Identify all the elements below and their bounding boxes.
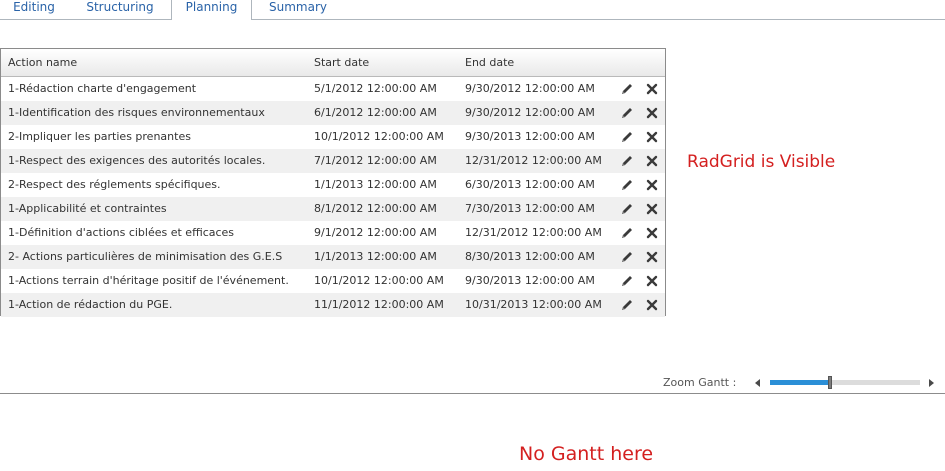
table-row[interactable]: 1-Définition d'actions ciblées et effica… bbox=[1, 221, 665, 245]
tab-summary[interactable]: Summary bbox=[258, 0, 338, 18]
close-icon[interactable] bbox=[645, 130, 659, 144]
pencil-icon[interactable] bbox=[620, 226, 634, 240]
pencil-icon[interactable] bbox=[620, 274, 634, 288]
cell-action-name: 1-Identification des risques environneme… bbox=[8, 106, 265, 119]
cell-end-date: 7/30/2013 12:00:00 AM bbox=[465, 202, 595, 215]
tab-structuring[interactable]: Structuring bbox=[76, 0, 164, 18]
pencil-icon[interactable] bbox=[620, 82, 634, 96]
table-row[interactable]: 1-Rédaction charte d'engagement 5/1/2012 … bbox=[1, 77, 665, 101]
table-row[interactable]: 1-Applicabilité et contraintes 8/1/2012 1… bbox=[1, 197, 665, 221]
table-row[interactable]: 2- Actions particulières de minimisation… bbox=[1, 245, 665, 269]
close-icon[interactable] bbox=[645, 154, 659, 168]
cell-end-date: 9/30/2013 12:00:00 AM bbox=[465, 130, 595, 143]
column-header-action-name[interactable]: Action name bbox=[8, 49, 77, 76]
table-row[interactable]: 2-Impliquer les parties prenantes 10/1/20… bbox=[1, 125, 665, 149]
cell-start-date: 7/1/2012 12:00:00 AM bbox=[314, 154, 437, 167]
close-icon[interactable] bbox=[645, 226, 659, 240]
tab-planning[interactable]: Planning bbox=[171, 0, 252, 20]
cell-action-name: 2- Actions particulières de minimisation… bbox=[8, 250, 283, 263]
cell-start-date: 10/1/2012 12:00:00 AM bbox=[314, 130, 444, 143]
zoom-slider-handle[interactable] bbox=[828, 376, 832, 389]
triangle-right-icon[interactable] bbox=[927, 378, 935, 388]
close-icon[interactable] bbox=[645, 106, 659, 120]
close-icon[interactable] bbox=[645, 298, 659, 312]
cell-start-date: 9/1/2012 12:00:00 AM bbox=[314, 226, 437, 239]
close-icon[interactable] bbox=[645, 82, 659, 96]
grid-header: Action name Start date End date bbox=[1, 49, 665, 77]
no-gantt-message: No Gantt here bbox=[519, 443, 654, 465]
zoom-gantt-label: Zoom Gantt : bbox=[663, 376, 737, 389]
cell-action-name: 1-Respect des exigences des autorités lo… bbox=[8, 154, 266, 167]
zoom-slider-fill bbox=[770, 380, 830, 385]
table-row[interactable]: 1-Action de rédaction du PGE. 11/1/2012 1… bbox=[1, 293, 665, 317]
cell-end-date: 8/30/2013 12:00:00 AM bbox=[465, 250, 595, 263]
cell-action-name: 2-Respect des réglements spécifiques. bbox=[8, 178, 221, 191]
pencil-icon[interactable] bbox=[620, 178, 634, 192]
pencil-icon[interactable] bbox=[620, 106, 634, 120]
radgrid-visible-message: RadGrid is Visible bbox=[687, 152, 836, 172]
table-row[interactable]: 1-Actions terrain d'héritage positif de … bbox=[1, 269, 665, 293]
close-icon[interactable] bbox=[645, 202, 659, 216]
close-icon[interactable] bbox=[645, 178, 659, 192]
cell-start-date: 11/1/2012 12:00:00 AM bbox=[314, 298, 444, 311]
cell-start-date: 6/1/2012 12:00:00 AM bbox=[314, 106, 437, 119]
cell-action-name: 1-Action de rédaction du PGE. bbox=[8, 298, 173, 311]
close-icon[interactable] bbox=[645, 250, 659, 264]
close-icon[interactable] bbox=[645, 274, 659, 288]
cell-end-date: 12/31/2012 12:00:00 AM bbox=[465, 154, 602, 167]
cell-action-name: 1-Rédaction charte d'engagement bbox=[8, 82, 197, 95]
pencil-icon[interactable] bbox=[620, 298, 634, 312]
cell-start-date: 8/1/2012 12:00:00 AM bbox=[314, 202, 437, 215]
cell-action-name: 1-Définition d'actions ciblées et effica… bbox=[8, 226, 235, 239]
cell-end-date: 9/30/2013 12:00:00 AM bbox=[465, 274, 595, 287]
pencil-icon[interactable] bbox=[620, 154, 634, 168]
table-row[interactable]: 1-Respect des exigences des autorités lo… bbox=[1, 149, 665, 173]
cell-start-date: 1/1/2013 12:00:00 AM bbox=[314, 178, 437, 191]
pencil-icon[interactable] bbox=[620, 130, 634, 144]
cell-end-date: 9/30/2012 12:00:00 AM bbox=[465, 82, 595, 95]
page: Editing Structuring Planning Summary Act… bbox=[0, 0, 945, 471]
action-grid: Action name Start date End date 1-Rédact… bbox=[0, 48, 666, 317]
pencil-icon[interactable] bbox=[620, 202, 634, 216]
column-header-end-date[interactable]: End date bbox=[465, 49, 514, 76]
cell-action-name: 1-Applicabilité et contraintes bbox=[8, 202, 167, 215]
cell-end-date: 12/31/2012 12:00:00 AM bbox=[465, 226, 602, 239]
cell-start-date: 10/1/2012 12:00:00 AM bbox=[314, 274, 444, 287]
tab-editing[interactable]: Editing bbox=[0, 0, 68, 18]
cell-action-name: 2-Impliquer les parties prenantes bbox=[8, 130, 191, 143]
grid-body: 1-Rédaction charte d'engagement 5/1/2012 … bbox=[1, 77, 665, 317]
table-row[interactable]: 1-Identification des risques environneme… bbox=[1, 101, 665, 125]
triangle-left-icon[interactable] bbox=[754, 378, 762, 388]
cell-end-date: 6/30/2013 12:00:00 AM bbox=[465, 178, 595, 191]
cell-end-date: 9/30/2012 12:00:00 AM bbox=[465, 106, 595, 119]
cell-action-name: 1-Actions terrain d'héritage positif de … bbox=[8, 274, 289, 287]
zoom-slider-track[interactable] bbox=[770, 376, 920, 389]
divider bbox=[0, 393, 945, 394]
column-header-start-date[interactable]: Start date bbox=[314, 49, 369, 76]
table-row[interactable]: 2-Respect des réglements spécifiques. 1/1… bbox=[1, 173, 665, 197]
cell-end-date: 10/31/2013 12:00:00 AM bbox=[465, 298, 602, 311]
tabstrip: Editing Structuring Planning Summary bbox=[0, 0, 945, 20]
pencil-icon[interactable] bbox=[620, 250, 634, 264]
cell-start-date: 5/1/2012 12:00:00 AM bbox=[314, 82, 437, 95]
cell-start-date: 1/1/2013 12:00:00 AM bbox=[314, 250, 437, 263]
